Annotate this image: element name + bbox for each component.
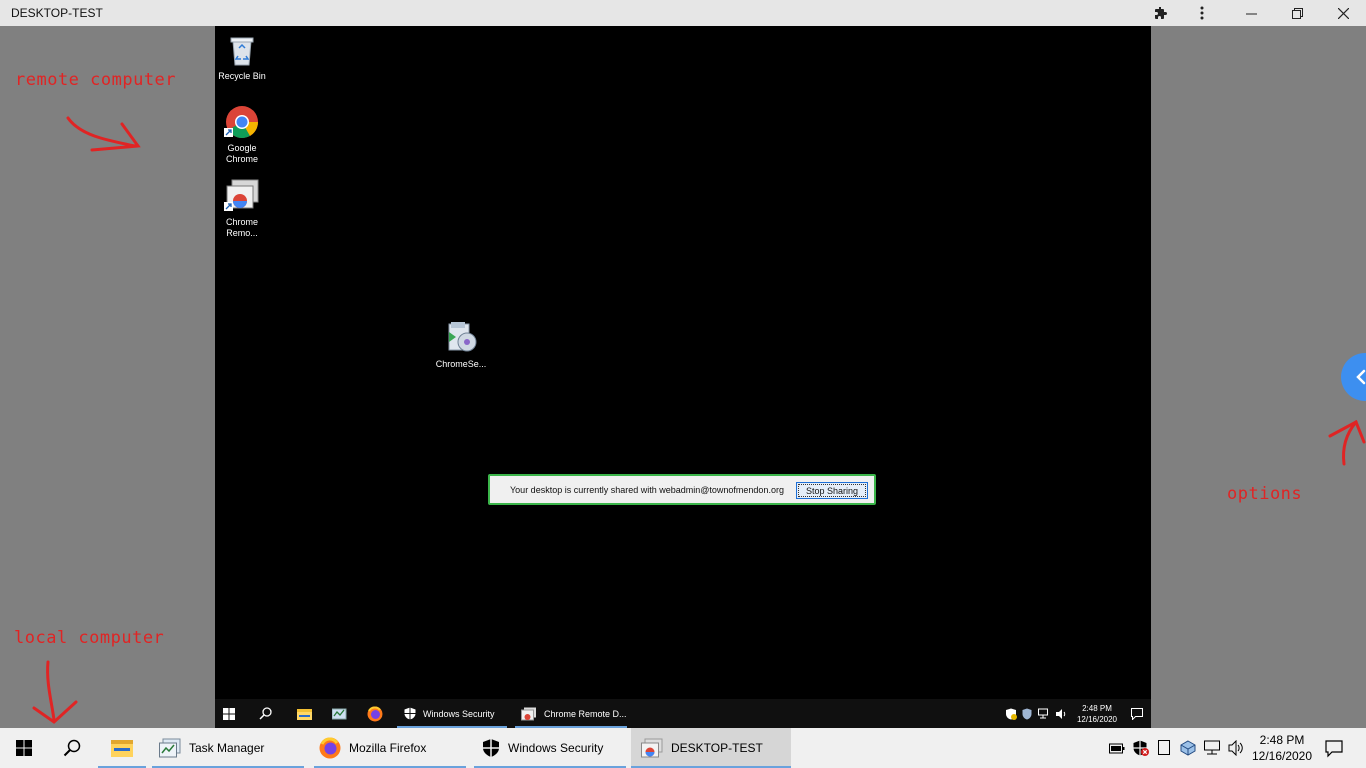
system-clock[interactable]: 2:48 PM 12/16/2020 [1250,732,1314,764]
shield-tray-icon[interactable] [1022,708,1032,720]
desktop-icon-recycle-bin[interactable]: Recycle Bin [215,32,270,82]
taskbar-item-mozilla-firefox[interactable]: Mozilla Firefox [314,728,466,768]
close-button[interactable] [1320,0,1366,26]
firefox-icon [319,737,341,759]
clock-time: 2:48 PM [1259,733,1305,747]
taskbar-item-label: Task Manager [189,741,265,755]
minimize-button[interactable] [1228,0,1274,26]
folder-icon [111,740,133,757]
stop-sharing-button[interactable]: Stop Sharing [796,482,868,499]
taskbar-item-task-manager[interactable]: Task Manager [152,728,304,768]
volume-icon[interactable] [1055,708,1067,720]
annotation-local-computer: local computer [14,628,165,648]
remote-desktop-viewport[interactable]: Recycle Bin Google Chrome Chrome Remo...… [215,26,1151,728]
desktop-icon-google-chrome[interactable]: Google Chrome [215,104,270,165]
remote-taskbar-item-windows-security[interactable]: Windows Security [397,699,507,728]
folder-icon [297,708,312,720]
desktop-icon-label: Recycle Bin [218,71,266,81]
chrome-remote-desktop-icon [224,178,260,214]
chevron-left-icon [1356,369,1366,385]
options-panel-toggle[interactable] [1341,353,1366,401]
remote-taskbar-item-chrome-remote-desktop[interactable]: Chrome Remote D... [515,699,627,728]
remote-start-button[interactable] [223,699,243,728]
extension-puzzle-icon[interactable] [1148,0,1174,26]
window-title: DESKTOP-TEST [11,6,103,20]
clock-date: 12/16/2020 [1251,749,1313,763]
task-manager-icon [332,708,347,720]
usb-device-icon[interactable] [1158,740,1170,756]
remote-taskbar-label: Windows Security [423,708,495,719]
file-explorer-button[interactable] [98,728,146,768]
annotation-arrow-options [1328,419,1366,466]
remote-system-tray: 2:48 PM 12/16/2020 [1005,699,1143,728]
search-icon [259,707,272,720]
notification-center-icon[interactable] [1325,740,1343,758]
sharing-message: Your desktop is currently shared with we… [510,485,784,495]
shield-icon [483,739,499,757]
security-alert-icon[interactable] [1005,708,1017,720]
chrome-remote-desktop-icon [521,707,536,720]
network-icon[interactable] [1204,740,1222,756]
volume-icon[interactable] [1228,740,1244,756]
windows-logo-icon [16,740,32,756]
more-menu-icon[interactable] [1189,0,1215,26]
taskbar-item-windows-security[interactable]: Windows Security [474,728,626,768]
installer-icon [443,320,479,356]
desktop-icon-chrome-remote-desktop[interactable]: Chrome Remo... [215,178,270,239]
windows-logo-icon [223,707,235,720]
local-taskbar: Task Manager Mozilla Firefox Windows Sec… [0,728,1366,768]
remote-clock[interactable]: 2:48 PM 12/16/2020 [1077,703,1117,725]
search-button[interactable] [48,728,96,768]
remote-clock-date: 12/16/2020 [1076,714,1117,724]
sharing-notification-bar: Your desktop is currently shared with we… [488,474,876,505]
remote-taskbar: Windows Security Chrome Remote D... 2:48… [215,699,1151,728]
remote-clock-time: 2:48 PM [1082,703,1112,713]
search-icon [63,739,81,757]
annotation-remote-computer: remote computer [15,70,177,90]
security-warning-icon[interactable] [1133,740,1149,756]
window-titlebar: DESKTOP-TEST [0,0,1366,26]
taskbar-item-label: Mozilla Firefox [349,741,427,755]
desktop-icon-label: Chrome Remo... [225,217,258,238]
desktop-icon-chrome-setup[interactable]: ChromeSe... [433,320,489,370]
task-manager-icon [159,738,181,758]
taskbar-item-desktop-test[interactable]: DESKTOP-TEST [631,728,791,768]
annotation-arrow-local [32,660,78,724]
taskbar-item-label: DESKTOP-TEST [671,741,763,755]
annotation-options: options [1227,484,1303,504]
firefox-icon [367,706,383,721]
start-button[interactable] [0,728,48,768]
remote-taskbar-label: Chrome Remote D... [544,708,627,719]
restore-button[interactable] [1274,0,1320,26]
remote-firefox-button[interactable] [367,699,385,728]
chrome-icon [224,104,260,140]
remote-task-manager-button[interactable] [332,699,350,728]
virtualbox-icon[interactable] [1180,740,1196,756]
recycle-bin-icon [224,32,260,68]
desktop-icon-label: Google Chrome [225,143,258,164]
network-icon[interactable] [1037,708,1050,720]
remote-search-button[interactable] [259,699,279,728]
notification-icon[interactable] [1131,707,1143,720]
shield-icon [404,707,416,720]
annotation-arrow-remote [66,116,141,152]
desktop-icon-label: ChromeSe... [435,359,487,369]
chrome-remote-desktop-icon [641,738,663,758]
taskbar-item-label: Windows Security [508,741,604,755]
remote-file-explorer-button[interactable] [297,699,315,728]
battery-icon[interactable] [1109,741,1125,755]
